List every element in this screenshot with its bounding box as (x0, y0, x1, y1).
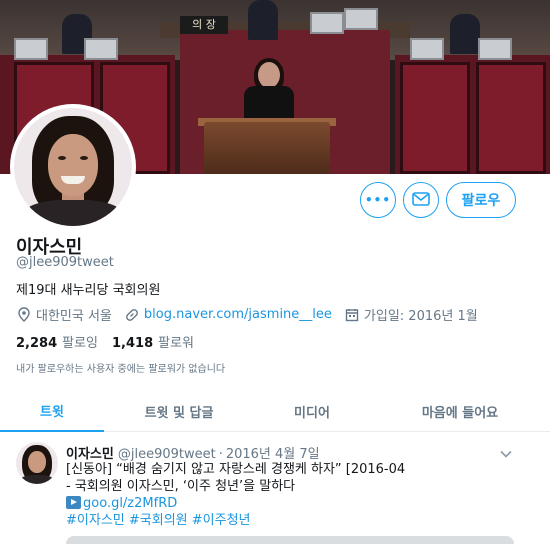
tweet-date[interactable]: 2016년 4월 7일 (226, 443, 320, 462)
profile-joined-date: 가입일: 2016년 1월 (363, 309, 478, 324)
avatar-eye (80, 156, 88, 160)
message-button[interactable] (403, 182, 439, 218)
followers-you-know-note: 내가 팔로우하는 사용자 중에는 팔로워가 없습니다 (16, 364, 226, 375)
tweet-separator: · (218, 447, 223, 462)
tweet-author-name[interactable]: 이자스민 (66, 443, 114, 462)
banner-monitor (478, 38, 512, 60)
banner-monitor (344, 8, 378, 30)
tweet-avatar-face (28, 451, 46, 473)
following-count[interactable]: 2,284 (16, 336, 57, 351)
profile-tabs: 트윗 트윗 및 답글 미디어 마음에 들어요 (0, 390, 550, 432)
profile-handle[interactable]: @jlee909tweet (16, 255, 114, 270)
tab-media[interactable]: 미디어 (254, 390, 370, 432)
tweet-avatar[interactable] (16, 442, 58, 484)
profile-avatar[interactable] (10, 104, 136, 230)
play-icon (66, 496, 81, 509)
tweet-author-handle[interactable]: @jlee909tweet (118, 447, 216, 462)
envelope-icon (412, 191, 430, 210)
avatar-shoulders (22, 200, 124, 226)
hashtag[interactable]: #이자스민 (66, 513, 125, 528)
followers-label[interactable]: 팔로워 (158, 332, 194, 351)
banner-monitor (410, 38, 444, 60)
hashtag[interactable]: #이주청년 (192, 513, 251, 528)
banner-monitor (14, 38, 48, 60)
calendar-icon (344, 307, 360, 323)
tab-likes[interactable]: 마음에 들어요 (370, 390, 550, 432)
tweet-link[interactable]: goo.gl/z2MfRD (83, 496, 177, 511)
profile-stats: 2,284 팔로잉 1,418 팔로워 (16, 332, 194, 351)
profile-location: 대한민국 서울 (36, 309, 112, 324)
chevron-down-icon[interactable] (500, 443, 512, 462)
link-icon (124, 307, 140, 323)
banner-nameplate: 의 장 (180, 16, 228, 34)
banner-monitor (310, 12, 344, 34)
avatar-face (48, 134, 98, 196)
tweet-text-line: - 국회의원 이자스민, ‘이주 청년’을 말하다 (66, 479, 296, 494)
banner-monitor (84, 38, 118, 60)
avatar-eye (58, 156, 66, 160)
profile-bio: 제19대 새누리당 국회의원 (16, 283, 161, 298)
banner-podium (204, 122, 330, 174)
banner-speaker-head (258, 62, 280, 88)
more-icon: ••• (364, 193, 391, 207)
profile-meta: 대한민국 서울 blog.naver.com/jasmine__lee 가입일:… (16, 305, 478, 324)
more-button[interactable]: ••• (360, 182, 396, 218)
banner-person (450, 14, 480, 54)
tweet-media-preview[interactable] (66, 536, 514, 544)
tab-tweets[interactable]: 트윗 (0, 390, 104, 432)
banner-person (248, 0, 278, 40)
location-icon (16, 307, 32, 323)
banner-panel (400, 62, 470, 174)
followers-count[interactable]: 1,418 (112, 336, 153, 351)
follow-button[interactable]: 팔로우 (446, 182, 516, 218)
avatar-photo (14, 108, 132, 226)
hashtag[interactable]: #국회의원 (129, 513, 188, 528)
tweet-avatar-body (20, 475, 54, 484)
tab-tweets-and-replies[interactable]: 트윗 및 답글 (104, 390, 254, 432)
tweet-text-line: [신동아] “배경 숨기지 않고 자랑스레 경쟁케 하자” [2016-04 (66, 462, 406, 477)
banner-panel (476, 62, 546, 174)
following-label[interactable]: 팔로잉 (62, 332, 98, 351)
profile-website-link[interactable]: blog.naver.com/jasmine__lee (144, 307, 332, 322)
tweet-header: 이자스민 @jlee909tweet · 2016년 4월 7일 (66, 443, 320, 462)
tweet-text: [신동아] “배경 숨기지 않고 자랑스레 경쟁케 하자” [2016-04 -… (66, 461, 438, 529)
